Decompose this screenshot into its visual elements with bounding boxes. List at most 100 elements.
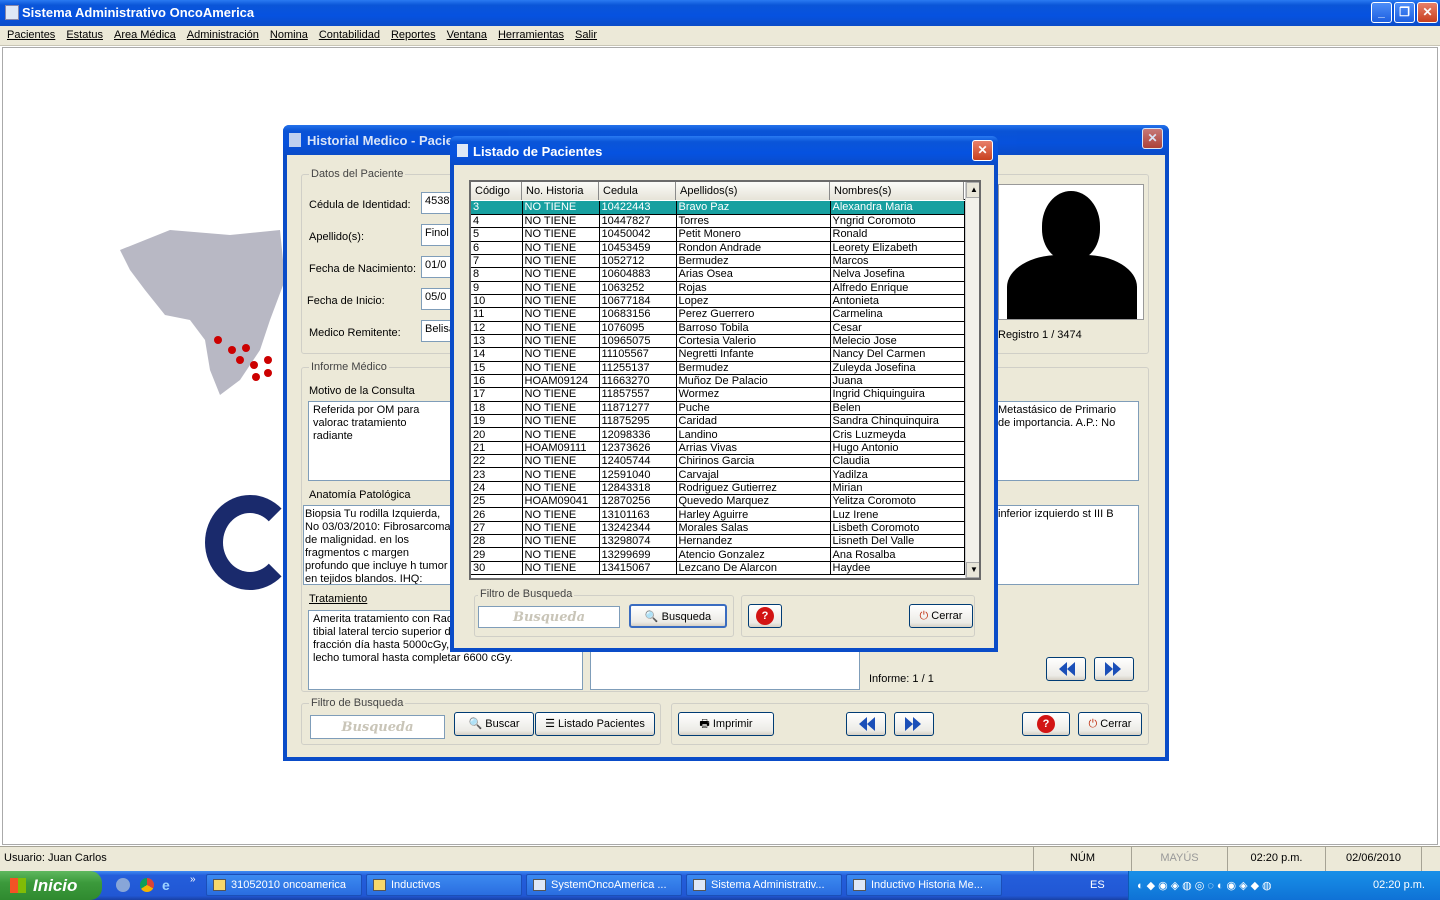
close-button[interactable]: ✕ bbox=[1417, 2, 1438, 23]
table-cell: Nelva Josefina bbox=[830, 267, 965, 282]
menu-item-5[interactable]: Contabilidad bbox=[319, 29, 380, 41]
informe-next-button[interactable] bbox=[1094, 657, 1134, 681]
table-cell: 1076095 bbox=[599, 321, 677, 335]
table-row[interactable]: 6 NO TIENE 10453459 Rondon Andrade Leorety E… bbox=[471, 241, 965, 255]
motivo-text-right[interactable]: Metastásico de Primario de importancia. … bbox=[993, 401, 1139, 481]
ie-icon[interactable]: e bbox=[162, 877, 170, 893]
table-row[interactable]: 21 HOAM09111 12373626 Arrias Vivas Hugo Anto… bbox=[471, 441, 965, 456]
minimize-button[interactable]: _ bbox=[1371, 2, 1392, 23]
table-row[interactable]: 24 NO TIENE 12843318 Rodriguez Gutierrez Mir… bbox=[471, 481, 965, 496]
table-cell: Barroso Tobila bbox=[676, 321, 831, 335]
table-cell: NO TIENE bbox=[522, 361, 600, 375]
menu-item-4[interactable]: Nomina bbox=[270, 29, 308, 41]
grid-scrollbar[interactable]: ▲ ▼ bbox=[965, 182, 979, 578]
table-row[interactable]: 27 NO TIENE 13242344 Morales Salas Lisbeth C… bbox=[471, 521, 965, 536]
column-header-1[interactable]: No. Historia bbox=[522, 182, 599, 200]
table-row[interactable]: 11 NO TIENE 10683156 Perez Guerrero Carmelin… bbox=[471, 307, 965, 322]
table-row[interactable]: 29 NO TIENE 13299699 Atencio Gonzalez Ana Ro… bbox=[471, 547, 965, 562]
table-row[interactable]: 4 NO TIENE 10447827 Torres Yngrid Coromoto bbox=[471, 214, 965, 229]
table-row[interactable]: 17 NO TIENE 11857557 Wormez Ingrid Chiquingu… bbox=[471, 387, 965, 402]
taskbar-item-4[interactable]: Inductivo Historia Me... bbox=[846, 874, 1002, 896]
table-row[interactable]: 20 NO TIENE 12098336 Landino Cris Luzmeyda bbox=[471, 427, 965, 442]
table-cell: 13299699 bbox=[599, 547, 677, 562]
table-row[interactable]: 14 NO TIENE 11105567 Negretti Infante Nancy … bbox=[471, 347, 965, 362]
busqueda-button[interactable]: 🔍 Busqueda bbox=[629, 604, 727, 628]
table-cell: 10447827 bbox=[599, 214, 677, 229]
table-cell: 8 bbox=[471, 267, 523, 282]
taskbar-item-2[interactable]: SystemOncoAmerica ... bbox=[526, 874, 682, 896]
menu-item-0[interactable]: Pacientes bbox=[7, 29, 55, 41]
listado-search-input[interactable]: Busqueda bbox=[478, 606, 620, 628]
table-row[interactable]: 23 NO TIENE 12591040 Carvajal Yadilza bbox=[471, 467, 965, 482]
listado-pacientes-button[interactable]: ☰ Listado Pacientes bbox=[535, 712, 655, 736]
taskbar-item-0[interactable]: 31052010 oncoamerica bbox=[206, 874, 362, 896]
start-button[interactable]: Inicio bbox=[0, 871, 102, 900]
menu-item-6[interactable]: Reportes bbox=[391, 29, 436, 41]
table-row[interactable]: 3 NO TIENE 10422443 Bravo Paz Alexandra Mari… bbox=[471, 201, 965, 215]
buscar-button[interactable]: 🔍 Buscar bbox=[454, 712, 534, 736]
column-header-2[interactable]: Cedula bbox=[599, 182, 676, 200]
listado-help-button[interactable]: ? bbox=[748, 604, 782, 628]
table-row[interactable]: 8 NO TIENE 10604883 Arias Osea Nelva Josefin… bbox=[471, 267, 965, 282]
table-row[interactable]: 26 NO TIENE 13101163 Harley Aguirre Luz Iren… bbox=[471, 507, 965, 522]
table-row[interactable]: 10 NO TIENE 10677184 Lopez Antonieta bbox=[471, 294, 965, 309]
table-cell: Ronald bbox=[830, 227, 965, 242]
record-next-button[interactable] bbox=[894, 712, 934, 736]
column-header-4[interactable]: Nombres(s) bbox=[830, 182, 964, 200]
table-row[interactable]: 12 NO TIENE 1076095 Barroso Tobila Cesar bbox=[471, 321, 965, 335]
tray-icons[interactable]: ◐◆◉◈◍◎◌◐◉◈◆◍ bbox=[1137, 879, 1275, 892]
menu-item-7[interactable]: Ventana bbox=[447, 29, 487, 41]
menu-item-2[interactable]: Area Médica bbox=[114, 29, 176, 41]
help-button[interactable]: ? bbox=[1022, 712, 1070, 736]
table-row[interactable]: 28 NO TIENE 13298074 Hernandez Lisneth Del V… bbox=[471, 534, 965, 549]
cedula-label: Cédula de Identidad: bbox=[309, 199, 411, 211]
table-row[interactable]: 15 NO TIENE 11255137 Bermudez Zuleyda Josefi… bbox=[471, 361, 965, 375]
motivo-text-left[interactable]: Referida por OM para valorac tratamiento… bbox=[308, 401, 453, 481]
menu-item-8[interactable]: Herramientas bbox=[498, 29, 564, 41]
table-row[interactable]: 22 NO TIENE 12405744 Chirinos Garcia Claudia bbox=[471, 454, 965, 469]
medico-field[interactable]: Belisa bbox=[421, 320, 451, 342]
menu-item-1[interactable]: Estatus bbox=[66, 29, 103, 41]
table-row[interactable]: 16 HOAM09124 11663270 Muñoz De Palacio Juana bbox=[471, 374, 965, 389]
status-fecha: 02/06/2010 bbox=[1326, 847, 1422, 871]
imprimir-button[interactable]: 🖶 Imprimir bbox=[678, 712, 774, 736]
column-header-3[interactable]: Apellidos(s) bbox=[676, 182, 830, 200]
cerrar-button[interactable]: ⏻ Cerrar bbox=[1078, 712, 1142, 736]
historial-icon bbox=[289, 133, 301, 147]
fecha-nac-field[interactable]: 01/0 bbox=[421, 256, 451, 278]
table-cell: 27 bbox=[471, 521, 523, 536]
informe-prev-button[interactable] bbox=[1046, 657, 1086, 681]
table-row[interactable]: 7 NO TIENE 1052712 Bermudez Marcos bbox=[471, 254, 965, 269]
menu-item-3[interactable]: Administración bbox=[187, 29, 259, 41]
listado-cerrar-button[interactable]: ⏻ Cerrar bbox=[909, 604, 973, 628]
table-row[interactable]: 30 NO TIENE 13415067 Lezcano De Alarcon Hayd… bbox=[471, 561, 965, 576]
language-indicator[interactable]: ES bbox=[1090, 879, 1105, 891]
menu-item-9[interactable]: Salir bbox=[575, 29, 597, 41]
taskbar-item-1[interactable]: Inductivos bbox=[366, 874, 522, 896]
cedula-field[interactable]: 4538 bbox=[421, 192, 451, 214]
record-prev-button[interactable] bbox=[846, 712, 886, 736]
filtro-search-input[interactable]: Busqueda bbox=[310, 715, 445, 739]
table-row[interactable]: 5 NO TIENE 10450042 Petit Monero Ronald bbox=[471, 227, 965, 242]
fecha-nac-label: Fecha de Nacimiento: bbox=[309, 263, 416, 275]
column-header-0[interactable]: Código bbox=[471, 182, 522, 200]
table-cell: 12373626 bbox=[599, 441, 677, 456]
fecha-inicio-field[interactable]: 05/0 bbox=[421, 288, 451, 310]
table-cell: 5 bbox=[471, 227, 523, 242]
table-row[interactable]: 18 NO TIENE 11871277 Puche Belen bbox=[471, 401, 965, 416]
historial-close-button[interactable]: ✕ bbox=[1142, 128, 1163, 149]
table-row[interactable]: 19 NO TIENE 11875295 Caridad Sandra Chinquin… bbox=[471, 414, 965, 429]
anatomia-text-left[interactable]: Biopsia Tu rodilla Izquierda, No 03/03/2… bbox=[303, 505, 453, 585]
chrome-icon[interactable] bbox=[140, 878, 154, 892]
table-row[interactable]: 25 HOAM09041 12870256 Quevedo Marquez Yelitz… bbox=[471, 494, 965, 509]
table-row[interactable]: 9 NO TIENE 1063252 Rojas Alfredo Enrique bbox=[471, 281, 965, 295]
table-row[interactable]: 13 NO TIENE 10965075 Cortesia Valerio Meleci… bbox=[471, 334, 965, 349]
expand-quicklaunch-icon[interactable]: » bbox=[190, 874, 196, 885]
patients-grid[interactable]: Código No. Historia Cedula Apellidos(s) Nomb… bbox=[469, 180, 981, 580]
apellidos-field[interactable]: Finol bbox=[421, 224, 451, 246]
listado-close-button[interactable]: ✕ bbox=[972, 140, 993, 161]
taskbar-item-3[interactable]: Sistema Administrativ... bbox=[686, 874, 842, 896]
restore-button[interactable]: ❐ bbox=[1394, 2, 1415, 23]
anatomia-text-right[interactable]: inferior izquierdo st III B bbox=[993, 505, 1139, 585]
quicklaunch-icon[interactable] bbox=[116, 878, 130, 892]
